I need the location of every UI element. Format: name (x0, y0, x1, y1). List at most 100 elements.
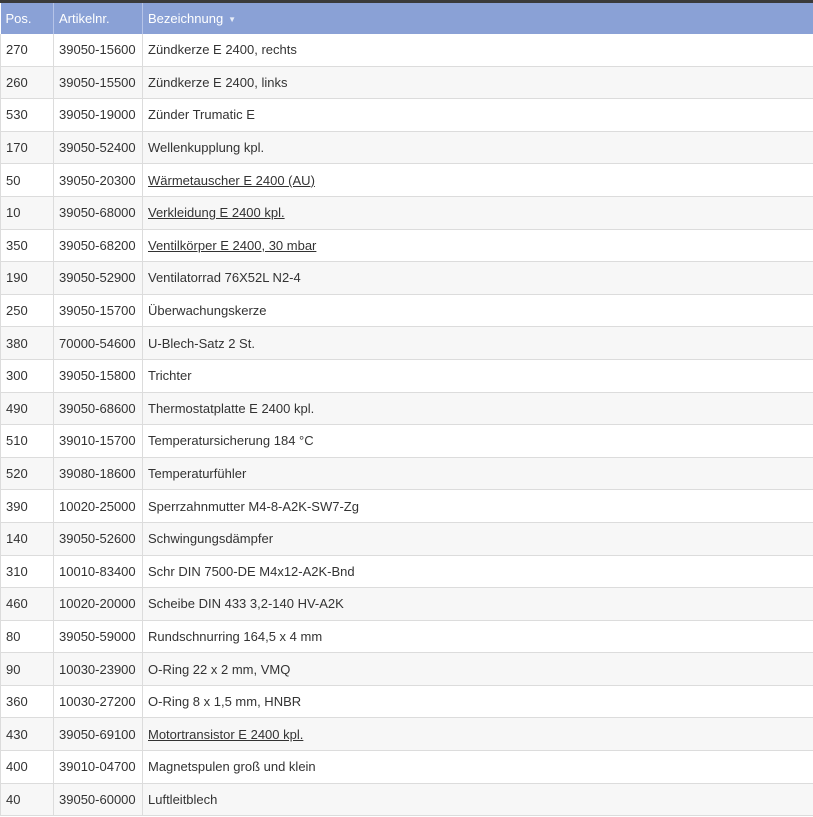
chevron-down-icon[interactable]: ▼ (228, 15, 236, 24)
cell-bezeichnung: Temperaturfühler (142, 457, 813, 491)
cell-pos: 80 (0, 620, 54, 654)
part-link[interactable]: Ventilkörper E 2400, 30 mbar (148, 238, 316, 253)
column-header-pos-label: Pos. (5, 11, 32, 26)
table-row: 460 10020-20000 Scheibe DIN 433 3,2-140 HV… (0, 587, 813, 621)
cell-artikelnr: 39050-59000 (53, 620, 143, 654)
cell-artikelnr: 39050-15600 (53, 34, 143, 67)
table-row: 390 10020-25000 Sperrzahnmutter M4-8-A2K-S… (0, 489, 813, 523)
column-header-bezeichnung-label: Bezeichnung (148, 11, 224, 26)
cell-artikelnr: 39050-60000 (53, 783, 143, 817)
cell-artikelnr: 10030-27200 (53, 685, 143, 719)
part-link[interactable]: Verkleidung E 2400 kpl. (148, 205, 285, 220)
cell-bezeichnung: Scheibe DIN 433 3,2-140 HV-A2K (142, 587, 813, 621)
cell-pos: 530 (0, 98, 54, 132)
cell-pos: 510 (0, 424, 54, 458)
cell-artikelnr: 10010-83400 (53, 555, 143, 589)
cell-pos: 520 (0, 457, 54, 491)
cell-pos: 360 (0, 685, 54, 719)
cell-pos: 310 (0, 555, 54, 589)
cell-bezeichnung: Temperatursicherung 184 °C (142, 424, 813, 458)
table-row: 90 10030-23900 O-Ring 22 x 2 mm, VMQ (0, 652, 813, 686)
cell-bezeichnung: Rundschnurring 164,5 x 4 mm (142, 620, 813, 654)
table-row: 260 39050-15500 Zündkerze E 2400, links (0, 66, 813, 100)
table-row: 170 39050-52400 Wellenkupplung kpl. (0, 131, 813, 165)
part-link[interactable]: Wärmetauscher E 2400 (AU) (148, 173, 315, 188)
table-row: 360 10030-27200 O-Ring 8 x 1,5 mm, HNBR (0, 685, 813, 719)
cell-bezeichnung: Luftleitblech (142, 783, 813, 817)
cell-pos: 460 (0, 587, 54, 621)
table-row: 490 39050-68600 Thermostatplatte E 2400 kp… (0, 392, 813, 426)
cell-artikelnr: 39050-69100 (53, 717, 143, 752)
cell-artikelnr: 39050-19000 (53, 98, 143, 132)
cell-artikelnr: 39050-68200 (53, 229, 143, 263)
cell-bezeichnung: Trichter (142, 359, 813, 393)
cell-pos: 90 (0, 652, 54, 686)
cell-pos: 140 (0, 522, 54, 556)
cell-bezeichnung: Sperrzahnmutter M4-8-A2K-SW7-Zg (142, 489, 813, 523)
cell-pos: 390 (0, 489, 54, 523)
table-row: 140 39050-52600 Schwingungsdämpfer (0, 522, 813, 556)
cell-bezeichnung: Schr DIN 7500-DE M4x12-A2K-Bnd (142, 555, 813, 589)
cell-bezeichnung: Wellenkupplung kpl. (142, 131, 813, 165)
table-row: 80 39050-59000 Rundschnurring 164,5 x 4 mm (0, 620, 813, 654)
cell-artikelnr: 39050-15500 (53, 66, 143, 100)
cell-artikelnr: 10030-23900 (53, 652, 143, 686)
cell-pos: 400 (0, 750, 54, 784)
table-row: 10 39050-68000 Verkleidung E 2400 kpl. (0, 196, 813, 230)
cell-bezeichnung: Zündkerze E 2400, rechts (142, 34, 813, 67)
cell-bezeichnung: Ventilatorrad 76X52L N2-4 (142, 261, 813, 295)
column-header-pos[interactable]: Pos. (0, 3, 54, 34)
cell-bezeichnung: Magnetspulen groß und klein (142, 750, 813, 784)
column-header-bezeichnung[interactable]: Bezeichnung ▼ (142, 3, 813, 34)
cell-bezeichnung: Verkleidung E 2400 kpl. (142, 196, 813, 230)
cell-bezeichnung: O-Ring 22 x 2 mm, VMQ (142, 652, 813, 686)
cell-artikelnr: 39080-18600 (53, 457, 143, 491)
cell-artikelnr: 39050-52400 (53, 131, 143, 165)
cell-bezeichnung: Ventilkörper E 2400, 30 mbar (142, 229, 813, 263)
table-row: 510 39010-15700 Temperatursicherung 184 °C (0, 424, 813, 458)
table-row: 50 39050-20300 Wärmetauscher E 2400 (AU) (0, 163, 813, 197)
cell-pos: 10 (0, 196, 54, 230)
cell-pos: 260 (0, 66, 54, 100)
cell-pos: 170 (0, 131, 54, 165)
column-header-artikelnr[interactable]: Artikelnr. (53, 3, 143, 34)
cell-bezeichnung: Thermostatplatte E 2400 kpl. (142, 392, 813, 426)
cell-bezeichnung: Motortransistor E 2400 kpl. (142, 717, 813, 752)
cell-pos: 250 (0, 294, 54, 328)
cell-pos: 190 (0, 261, 54, 295)
cell-bezeichnung: U-Blech-Satz 2 St. (142, 326, 813, 360)
cell-artikelnr: 10020-25000 (53, 489, 143, 523)
table-header-row: Pos. Artikelnr. Bezeichnung ▼ (0, 3, 813, 34)
cell-pos: 300 (0, 359, 54, 393)
cell-pos: 50 (0, 163, 54, 197)
cell-artikelnr: 39050-20300 (53, 163, 143, 197)
cell-artikelnr: 39010-15700 (53, 424, 143, 458)
table-row: 380 70000-54600 U-Blech-Satz 2 St. (0, 326, 813, 360)
table-row: 250 39050-15700 Überwachungskerze (0, 294, 813, 328)
table-row: 520 39080-18600 Temperaturfühler (0, 457, 813, 491)
cell-artikelnr: 39050-15700 (53, 294, 143, 328)
cell-pos: 350 (0, 229, 54, 263)
table-row: 40 39050-60000 Luftleitblech (0, 783, 813, 817)
parts-table: Pos. Artikelnr. Bezeichnung ▼ 270 39050-15… (0, 3, 813, 817)
cell-artikelnr: 39050-15800 (53, 359, 143, 393)
table-row: 430 39050-69100 Motortransistor E 2400 kpl… (0, 717, 813, 752)
table-row: 300 39050-15800 Trichter (0, 359, 813, 393)
cell-artikelnr: 39050-52900 (53, 261, 143, 295)
cell-bezeichnung: Überwachungskerze (142, 294, 813, 328)
cell-bezeichnung: Zünder Trumatic E (142, 98, 813, 132)
cell-artikelnr: 70000-54600 (53, 326, 143, 360)
table-row: 190 39050-52900 Ventilatorrad 76X52L N2-4 (0, 261, 813, 295)
part-link[interactable]: Motortransistor E 2400 kpl. (148, 727, 303, 742)
table-row: 310 10010-83400 Schr DIN 7500-DE M4x12-A2K… (0, 555, 813, 589)
cell-bezeichnung: Zündkerze E 2400, links (142, 66, 813, 100)
cell-artikelnr: 39050-68000 (53, 196, 143, 230)
cell-pos: 270 (0, 34, 54, 67)
cell-artikelnr: 39050-68600 (53, 392, 143, 426)
column-header-artikelnr-label: Artikelnr. (59, 11, 110, 26)
cell-artikelnr: 39010-04700 (53, 750, 143, 784)
cell-bezeichnung: Schwingungsdämpfer (142, 522, 813, 556)
cell-artikelnr: 39050-52600 (53, 522, 143, 556)
cell-artikelnr: 10020-20000 (53, 587, 143, 621)
table-row: 400 39010-04700 Magnetspulen groß und klei… (0, 750, 813, 784)
